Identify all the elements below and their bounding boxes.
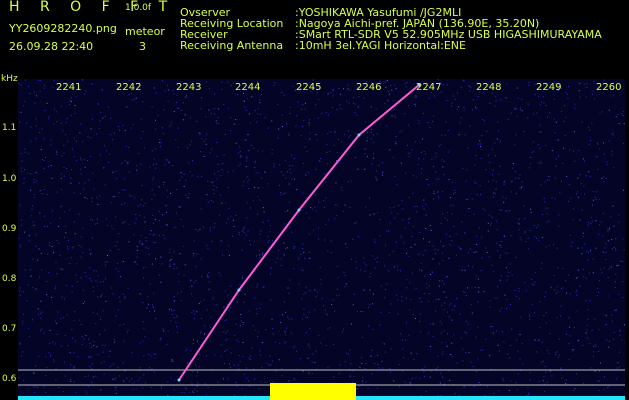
meteor-trace (178, 84, 420, 381)
filename-label: YY2609282240.png (9, 22, 117, 35)
x-tick-label: 2260 (596, 82, 622, 93)
detection-marker (270, 383, 356, 400)
trace-point (297, 208, 301, 212)
x-tick-label: 2241 (56, 82, 82, 93)
y-tick-label: 0.6 (2, 374, 17, 384)
trace-point (177, 378, 181, 382)
trace-point (357, 133, 361, 137)
meteor-count: 3 (139, 40, 146, 53)
x-tick-label: 2246 (356, 82, 382, 93)
x-tick-label: 2244 (235, 82, 261, 93)
y-tick-label: 1.1 (2, 123, 17, 133)
y-tick-label: 1.0 (2, 174, 17, 184)
trace-point (237, 288, 241, 292)
y-tick-label: 0.9 (2, 224, 17, 234)
x-tick-label: 2242 (116, 82, 142, 93)
x-tick-label: 2243 (176, 82, 202, 93)
timestamp-label: 26.09.28 22:40 (9, 40, 94, 53)
spectrogram-svg (18, 79, 625, 400)
hrofft-window: H R O F F T 1.0.0f YY2609282240.png mete… (0, 0, 629, 400)
mode-label: meteor (125, 25, 165, 38)
info-value-antenna: :10mH 3el.YAGI Horizontal:ENE (295, 39, 466, 52)
y-tick-label: 0.7 (2, 324, 17, 334)
noise-layer (18, 79, 625, 400)
app-version: 1.0.0f (125, 3, 152, 13)
x-tick-label: 2245 (296, 82, 322, 93)
x-tick-label: 2248 (476, 82, 502, 93)
y-tick-label: 0.8 (2, 274, 17, 284)
x-tick-label: 2247 (416, 82, 442, 93)
x-tick-label: 2249 (536, 82, 562, 93)
y-axis-unit: kHz (1, 74, 18, 84)
spectrogram-plot (18, 79, 625, 400)
info-key-antenna: Receiving Antenna (180, 39, 284, 52)
